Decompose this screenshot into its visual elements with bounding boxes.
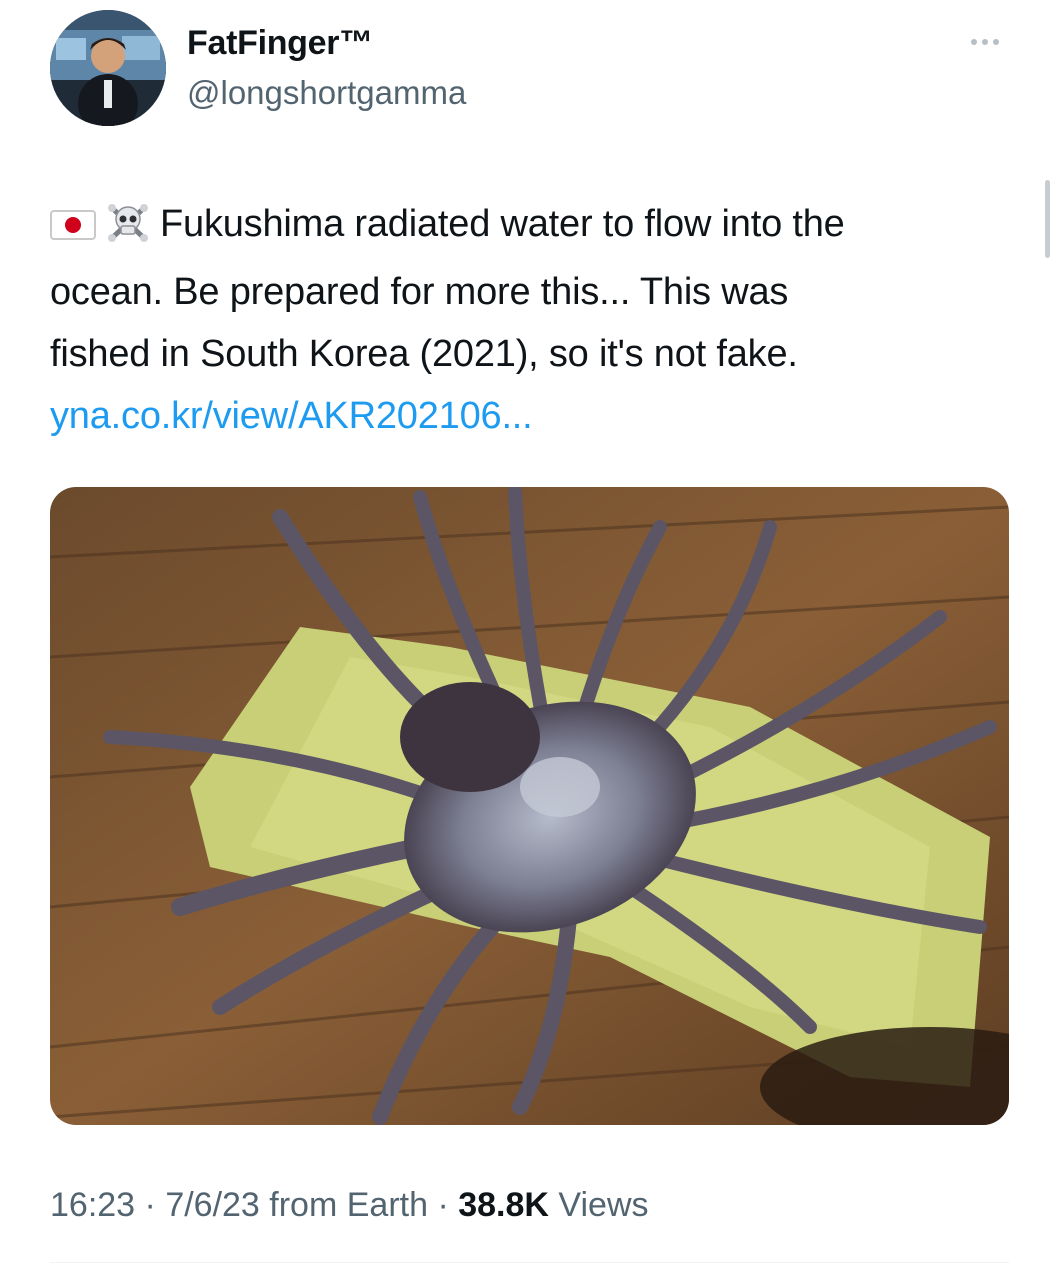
tweet-source: from Earth — [259, 1186, 429, 1224]
octopus-photo-image — [50, 487, 1009, 1125]
tweet-date[interactable]: 7/6/23 — [165, 1186, 260, 1224]
tweet-line-text: Fukushima radiated water to flow into th… — [160, 203, 845, 245]
more-dot-icon — [982, 39, 988, 45]
meta-separator: · — [428, 1186, 459, 1224]
tweet-line: Fukushima radiated water to flow into th… — [50, 193, 1030, 261]
more-options-button[interactable] — [960, 24, 1010, 60]
avatar-image — [50, 10, 166, 126]
tweet-link[interactable]: yna.co.kr/view/AKR202106... — [50, 395, 533, 437]
divider — [50, 1262, 1009, 1263]
japan-flag-icon — [50, 199, 96, 261]
views-label: Views — [548, 1186, 649, 1224]
tweet-line: fished in South Korea (2021), so it's no… — [50, 333, 798, 375]
tweet-text: Fukushima radiated water to flow into th… — [50, 193, 1030, 447]
more-dot-icon — [971, 39, 977, 45]
tweet-meta: 16:23 · 7/6/23 from Earth · 38.8K Views — [50, 1186, 649, 1225]
tweet-time[interactable]: 16:23 — [50, 1186, 135, 1224]
scrollbar[interactable] — [1045, 180, 1050, 258]
views-count[interactable]: 38.8K — [458, 1186, 549, 1224]
handle[interactable]: @longshortgamma — [187, 74, 466, 112]
display-name[interactable]: FatFinger™ — [187, 24, 373, 63]
meta-separator: · — [135, 1186, 166, 1224]
tweet-photo[interactable] — [50, 487, 1009, 1125]
avatar[interactable] — [50, 10, 166, 126]
tweet-line: ocean. Be prepared for more this... This… — [50, 271, 789, 313]
more-dot-icon — [993, 39, 999, 45]
skull-and-crossbones-icon — [106, 199, 150, 261]
